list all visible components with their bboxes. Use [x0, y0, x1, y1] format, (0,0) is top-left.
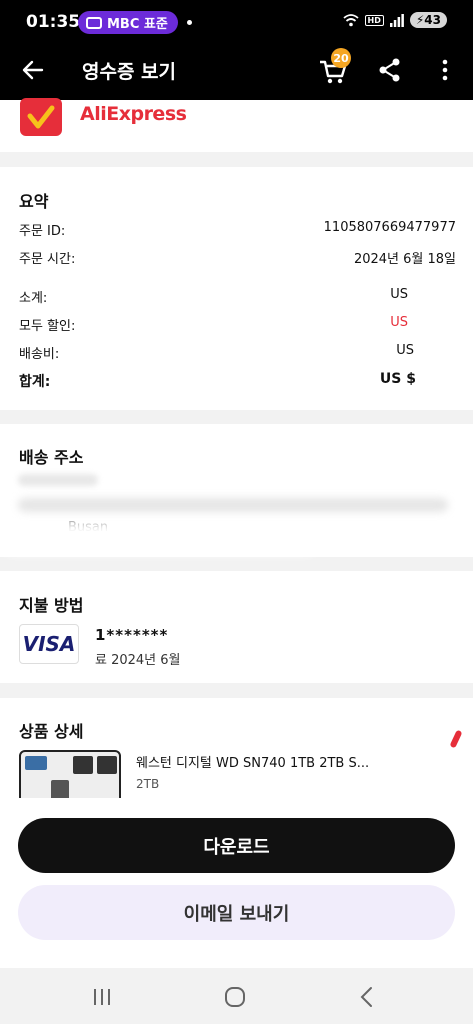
battery-level: 43 [424, 13, 441, 27]
recent-apps-icon[interactable] [92, 988, 112, 1006]
nav-back-icon[interactable] [358, 986, 374, 1008]
shipping-address-section: 배송 주소 Busan [0, 424, 473, 557]
action-bar: 다운로드 이메일 보내기 [0, 798, 473, 968]
products-title: 상품 상세 [19, 722, 84, 741]
status-bar: 01:35 MBC 표준 HD ⚡43 [0, 0, 473, 44]
redaction-smear-2 [360, 651, 470, 669]
share-icon[interactable] [378, 57, 402, 83]
battery-icon: ⚡43 [409, 12, 447, 28]
total-row: 합계: US $ [19, 371, 456, 391]
cart-count-badge: 20 [331, 48, 351, 68]
order-time-label: 주문 시간: [19, 252, 76, 267]
discount-value: US [390, 315, 408, 330]
product-option: 2TB [136, 777, 160, 791]
download-button[interactable]: 다운로드 [18, 818, 455, 873]
order-id-value: 1105807669477977 [323, 220, 456, 235]
notification-dot [187, 20, 192, 25]
app-bar: 영수증 보기 20 [0, 44, 473, 100]
product-graphic-2 [97, 756, 117, 774]
page-title: 영수증 보기 [82, 61, 177, 83]
radio-icon [86, 16, 102, 29]
system-nav-bar [0, 968, 473, 1024]
discount-row: 모두 할인: US [19, 315, 456, 335]
payment-date: 료 2024년 6월 [95, 653, 181, 668]
order-id-row: 주문 ID: 1105807669477977 [19, 220, 456, 240]
home-icon[interactable] [224, 986, 246, 1008]
brand-name: AliExpress [80, 103, 187, 125]
status-icons: HD ⚡43 [342, 12, 447, 28]
wifi-icon [342, 13, 359, 26]
shipping-title: 배송 주소 [19, 448, 84, 467]
redacted-address-line [18, 498, 448, 512]
total-value: US $ [379, 371, 416, 387]
back-arrow-icon[interactable] [20, 57, 46, 83]
red-marker [449, 729, 463, 749]
order-time-value: 2024년 6월 18일 [353, 252, 456, 267]
product-name[interactable]: 웨스턴 디지털 WD SN740 1TB 2TB S... [136, 752, 369, 771]
wd-logo-icon [25, 756, 47, 770]
shipping-fee-row: 배송비: US [19, 343, 456, 363]
more-options-icon[interactable] [435, 57, 455, 83]
product-details-section: 상품 상세 웨스턴 디지털 WD SN740 1TB 2TB S... 2TB [0, 698, 473, 810]
subtotal-label: 소계: [19, 291, 48, 306]
send-email-button[interactable]: 이메일 보내기 [18, 885, 455, 940]
radio-label: MBC 표준 [107, 17, 168, 32]
subtotal-value: US [390, 287, 408, 302]
status-time: 01:35 [26, 12, 81, 32]
discount-label: 모두 할인: [19, 319, 76, 334]
total-label: 합계: [19, 374, 51, 390]
signal-icon [389, 13, 404, 27]
card-number: 1******* [95, 626, 169, 644]
summary-title: 요약 [19, 192, 49, 211]
payment-title: 지불 방법 [19, 596, 84, 615]
brand-header: AliExpress [0, 98, 473, 152]
payment-section: 지불 방법 VISA 1******* 료 2024년 6월 [0, 571, 473, 683]
visa-card-icon: VISA [19, 624, 79, 664]
redacted-name [18, 474, 98, 486]
radio-pill[interactable]: MBC 표준 [78, 11, 178, 34]
subtotal-row: 소계: US [19, 287, 456, 307]
hd-icon: HD [364, 14, 384, 26]
redaction-smear [0, 524, 320, 554]
order-time-row: 주문 시간: 2024년 6월 18일 [19, 248, 456, 268]
shipping-fee-value: US [396, 343, 414, 358]
product-graphic [73, 756, 93, 774]
summary-section: 요약 주문 ID: 1105807669477977 주문 시간: 2024년 … [0, 167, 473, 410]
order-id-label: 주문 ID: [19, 224, 66, 239]
shipping-fee-label: 배송비: [19, 347, 60, 362]
aliexpress-logo-icon [20, 98, 62, 136]
